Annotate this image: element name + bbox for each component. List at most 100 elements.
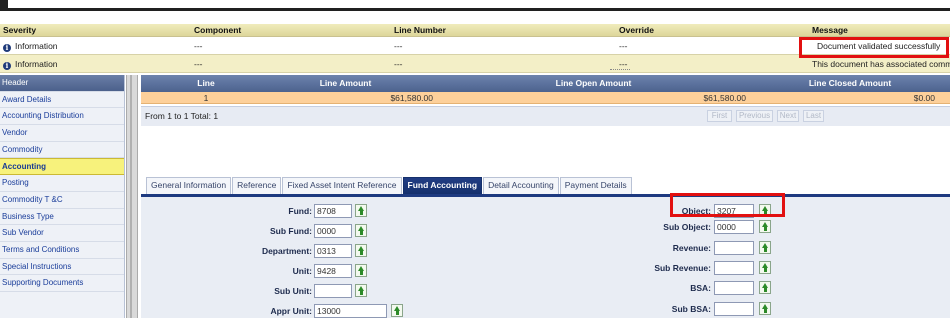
tab-general-information[interactable]: General Information <box>146 177 232 194</box>
sidebar-item-sub-vendor[interactable]: Sub Vendor <box>0 225 124 242</box>
sidebar-item-posting[interactable]: Posting <box>0 175 124 192</box>
bsa-input[interactable] <box>714 281 754 295</box>
col-component[interactable]: Component <box>190 24 390 36</box>
revenue-label: Revenue: <box>672 243 711 253</box>
previous-button[interactable]: Previous <box>736 110 773 122</box>
highlight-box-message <box>799 37 949 58</box>
pager-total: From 1 to 1 Total: 1 <box>145 111 219 121</box>
field-sub-bsa: Sub BSA: <box>571 302 771 316</box>
field-revenue: Revenue: <box>571 241 771 255</box>
sidebar-item-terms-conditions[interactable]: Terms and Conditions <box>0 242 124 259</box>
fund-label: Fund: <box>288 206 312 216</box>
field-bsa: BSA: <box>571 281 771 295</box>
col-line[interactable]: Line <box>158 75 254 92</box>
severity-text: Information <box>15 41 58 51</box>
grid-header: Line Line Amount Line Open Amount Line C… <box>141 75 950 92</box>
severity-cell: i Information <box>0 55 190 72</box>
lookup-arrow-icon[interactable] <box>759 261 771 274</box>
sidebar-item-commodity[interactable]: Commodity <box>0 142 124 159</box>
tab-reference[interactable]: Reference <box>232 177 282 194</box>
messages-header: Severity Component Line Number Override … <box>0 24 950 37</box>
lookup-arrow-icon[interactable] <box>355 244 367 257</box>
override-cell: --- <box>619 59 628 69</box>
info-icon: i <box>3 44 11 52</box>
appr-unit-input[interactable] <box>314 304 387 318</box>
resize-grip[interactable] <box>610 69 630 71</box>
sub-object-label: Sub Object: <box>663 222 711 232</box>
col-override[interactable]: Override <box>615 24 809 36</box>
fund-input[interactable] <box>314 204 352 218</box>
col-line-closed-amount[interactable]: Line Closed Amount <box>750 75 950 92</box>
table-row[interactable]: 1 $61,580.00 $61,580.00 $0.00 <box>141 92 950 104</box>
severity-cell: i Information <box>0 37 190 54</box>
sidebar-item-accounting-distribution[interactable]: Accounting Distribution <box>0 108 124 126</box>
lookup-arrow-icon[interactable] <box>355 204 367 217</box>
line-cell: 1 <box>203 93 209 103</box>
tab-detail-accounting[interactable]: Detail Accounting <box>483 177 559 194</box>
closed-amount-cell: $0.00 <box>913 93 935 103</box>
unit-label: Unit: <box>292 266 312 276</box>
sub-bsa-input[interactable] <box>714 302 754 316</box>
component-cell: --- <box>194 59 203 69</box>
sidebar-item-business-type[interactable]: Business Type <box>0 209 124 226</box>
field-sub-fund: Sub Fund: <box>141 224 431 238</box>
sidebar-item-supporting-documents[interactable]: Supporting Documents <box>0 275 124 292</box>
col-severity[interactable]: Severity <box>0 24 190 36</box>
tab-fixed-asset-intent-reference[interactable]: Fixed Asset Intent Reference <box>282 177 402 194</box>
field-fund: Fund: <box>141 204 431 218</box>
lookup-arrow-icon[interactable] <box>759 241 771 254</box>
col-line-amount[interactable]: Line Amount <box>254 75 437 92</box>
first-button[interactable]: First <box>707 110 732 122</box>
col-message[interactable]: Message <box>809 24 950 36</box>
sidebar-item-commodity-tc[interactable]: Commodity T &C <box>0 192 124 209</box>
lookup-arrow-icon[interactable] <box>759 281 771 294</box>
window-top-strip <box>8 0 950 8</box>
lookup-arrow-icon[interactable] <box>355 284 367 297</box>
line-number-cell: --- <box>394 59 403 69</box>
severity-text: Information <box>15 59 58 69</box>
component-cell: --- <box>194 41 203 51</box>
override-cell: --- <box>619 41 628 51</box>
lookup-arrow-icon[interactable] <box>355 264 367 277</box>
sidebar-item-vendor[interactable]: Vendor <box>0 125 124 142</box>
sidebar-item-special-instructions[interactable]: Special Instructions <box>0 259 124 276</box>
sub-unit-label: Sub Unit: <box>274 286 312 296</box>
lookup-arrow-icon[interactable] <box>759 302 771 315</box>
fund-accounting-form: Fund: Sub Fund: Department: Unit: Sub Un… <box>141 197 950 318</box>
last-button[interactable]: Last <box>803 110 824 122</box>
field-appr-unit: Appr Unit: <box>141 304 431 318</box>
col-line-number[interactable]: Line Number <box>390 24 615 36</box>
highlight-box-object <box>670 193 785 217</box>
field-unit: Unit: <box>141 264 431 278</box>
tab-payment-details[interactable]: Payment Details <box>559 177 632 194</box>
unit-input[interactable] <box>314 264 352 278</box>
sub-object-input[interactable] <box>714 220 754 234</box>
field-sub-revenue: Sub Revenue: <box>571 261 771 275</box>
open-amount-cell: $61,580.00 <box>703 93 746 103</box>
col-line-open-amount[interactable]: Line Open Amount <box>437 75 750 92</box>
department-input[interactable] <box>314 244 352 258</box>
sub-fund-input[interactable] <box>314 224 352 238</box>
lookup-arrow-icon[interactable] <box>391 304 403 317</box>
info-icon: i <box>3 62 11 70</box>
grid-pager: From 1 to 1 Total: 1 First Previous Next… <box>141 106 950 126</box>
lookup-arrow-icon[interactable] <box>355 224 367 237</box>
tab-fund-accounting[interactable]: Fund Accounting <box>402 177 483 194</box>
accounting-lines-grid: Line Line Amount Line Open Amount Line C… <box>141 75 950 104</box>
next-button[interactable]: Next <box>777 110 799 122</box>
department-label: Department: <box>261 246 312 256</box>
splitter-handle[interactable] <box>130 75 132 318</box>
sub-unit-input[interactable] <box>314 284 352 298</box>
sub-revenue-input[interactable] <box>714 261 754 275</box>
grid-select-col <box>141 75 158 92</box>
revenue-input[interactable] <box>714 241 754 255</box>
sidebar-item-accounting[interactable]: Accounting <box>0 158 124 176</box>
lookup-arrow-icon[interactable] <box>759 220 771 233</box>
field-sub-object: Sub Object: <box>571 220 771 234</box>
line-amount-cell: $61,580.00 <box>390 93 433 103</box>
sidebar-item-award-details[interactable]: Award Details <box>0 92 124 109</box>
panel-splitter[interactable] <box>126 75 138 318</box>
field-department: Department: <box>141 244 431 258</box>
sub-bsa-label: Sub BSA: <box>671 304 711 314</box>
sidebar-item-header[interactable]: Header <box>0 75 124 92</box>
